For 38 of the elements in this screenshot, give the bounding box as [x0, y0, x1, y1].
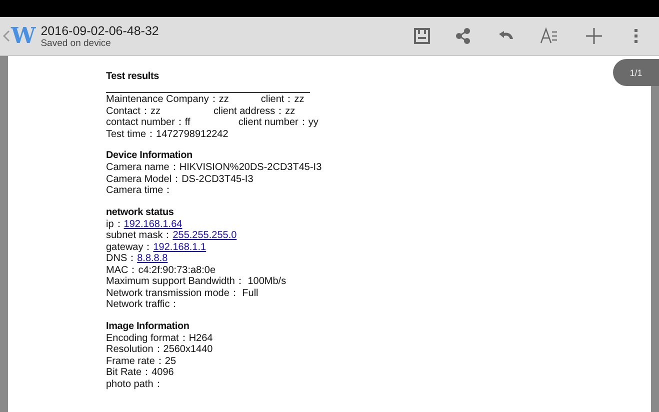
field-text: client：zz [260, 94, 304, 106]
field-text: Frame rate：25 [106, 356, 176, 367]
field-text: photo path： [106, 378, 164, 390]
field-text: MAC：c4:2f:90:73:a8:0e [106, 264, 216, 276]
field-text: contact number：ff [106, 117, 190, 128]
app-logo: W [11, 25, 36, 47]
link[interactable]: 255.255.255.0 [172, 230, 237, 242]
field-text: Test time：1472798912242 [106, 128, 228, 140]
section-heading: network status [106, 206, 174, 218]
field-text: Network transmission mode： Full [106, 288, 258, 299]
field-text: Camera time： [106, 185, 174, 196]
field-text: Maximum support Bandwidth： 100Mb/s [106, 276, 286, 288]
field-text: Encoding format：H264 [106, 332, 213, 344]
link[interactable]: 192.168.1.64 [124, 218, 182, 230]
field-text: client number：yy [238, 117, 318, 128]
field-text: ip： [106, 218, 124, 230]
link[interactable]: 192.168.1.1 [153, 242, 206, 253]
field-text: client address：zz [213, 106, 296, 117]
field-text: subnet mask： [106, 230, 173, 242]
section-heading: Device Information [106, 150, 192, 162]
field-text: Maintenance Company：zz [106, 94, 229, 106]
save-status: Saved on device [40, 38, 112, 48]
field-text: Camera name：HIKVISION%20DS-2CD3T45-I3 [106, 162, 322, 174]
save-icon[interactable] [411, 25, 433, 47]
field-text: Network traffic： [106, 299, 180, 310]
field-text: Bit Rate：4096 [106, 367, 174, 378]
link[interactable]: 8.8.8.8 [137, 253, 168, 264]
field-text: Camera Model：DS-2CD3T45-I3 [106, 174, 254, 185]
section-heading: Image Information [106, 320, 190, 332]
scrollbar[interactable] [651, 86, 659, 412]
field-text: Resolution：2560x1440 [106, 344, 213, 356]
field-text: gateway： [106, 242, 154, 253]
plus-icon[interactable] [583, 25, 605, 47]
field-text: Contact：zz [106, 106, 160, 117]
section-heading: Test results [106, 71, 159, 83]
field-text: DNS： [106, 253, 138, 264]
page-indicator: 1/1 [613, 59, 659, 86]
document-title: 2016-09-02-06-48-32 [40, 24, 160, 38]
